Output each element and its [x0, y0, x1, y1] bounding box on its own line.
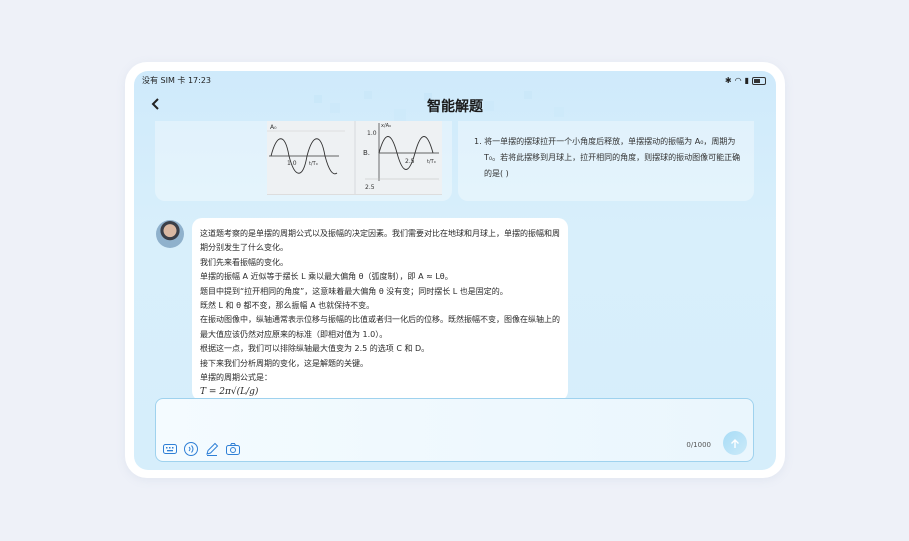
- answer-line: 接下来我们分析周期的变化，这是解题的关键。: [200, 358, 368, 368]
- app-screen: 没有 SIM 卡 17:23 ✱ ◠ ▮ 智能解题 A₀ 1.0 t/T₀ B.…: [134, 71, 776, 470]
- arrow-up-icon: [731, 438, 739, 448]
- voice-icon: [184, 442, 198, 456]
- status-text: 没有 SIM 卡 17:23: [142, 76, 212, 85]
- answer-bubble: 这道题考察的是单摆的周期公式以及振幅的决定因素。我们需要对比在地球和月球上，单摆…: [192, 218, 568, 401]
- top-bar: 智能解题: [134, 93, 776, 121]
- keyboard-button[interactable]: [162, 441, 178, 457]
- avatar: [156, 220, 184, 248]
- answer-line: 既然 L 和 θ 都不变，那么振幅 A 也就保持不变。: [200, 301, 375, 311]
- tablet-frame: 没有 SIM 卡 17:23 ✱ ◠ ▮ 智能解题 A₀ 1.0 t/T₀ B.…: [125, 62, 785, 478]
- graph-axis-t-label-b: t/T₀: [427, 159, 436, 165]
- sim-icon: ▮: [744, 76, 749, 85]
- answer-line: 题目中提到“拉开相同的角度”，这意味着最大偏角 θ 没有变；同时摆长 L 也是固…: [200, 286, 508, 296]
- answer-line: 单摆的周期公式是：: [200, 373, 272, 383]
- answer-line: 在振动图像中，纵轴通常表示位移与振幅的比值或者归一化后的位移。既然振幅不变，图像…: [200, 315, 560, 339]
- graph-drawing: A₀ 1.0 t/T₀ B. 1.0 x/A₀ 2.5 t/T₀ 2.5: [267, 121, 442, 194]
- graph-x-tick: 2.5: [405, 158, 415, 165]
- answer-line: 这道题考察的是单摆的周期公式以及振幅的决定因素。我们需要对比在地球和月球上，单摆…: [200, 229, 560, 253]
- question-graph-image[interactable]: A₀ 1.0 t/T₀ B. 1.0 x/A₀ 2.5 t/T₀ 2.5: [267, 121, 442, 195]
- question-text: 1. 将一单摆的摆球拉开一个小角度后释放，单摆摆动的振幅为 A₀，周期为 T₀。…: [474, 137, 741, 178]
- status-bar: 没有 SIM 卡 17:23 ✱ ◠ ▮: [142, 74, 766, 88]
- graph-y-tick: 1.0: [367, 130, 377, 137]
- wifi-icon: ◠: [734, 76, 742, 85]
- voice-button[interactable]: [183, 441, 199, 457]
- camera-button[interactable]: [225, 441, 241, 457]
- handwrite-button[interactable]: [204, 441, 220, 457]
- keyboard-icon: [163, 444, 177, 454]
- answer-line: 单摆的振幅 A 近似等于摆长 L 乘以最大偏角 θ（弧度制），即 A ≈ Lθ。: [200, 272, 453, 282]
- graph-axis-x-label: x/A₀: [381, 123, 391, 129]
- graph-axis-label: A₀: [270, 124, 277, 131]
- camera-icon: [226, 443, 240, 455]
- graph-axis-t-label: t/T₀: [309, 161, 318, 167]
- pencil-icon: [206, 442, 219, 456]
- send-button[interactable]: [723, 431, 747, 455]
- message-input-box[interactable]: 0/1000: [155, 398, 754, 462]
- char-counter: 0/1000: [686, 441, 711, 449]
- page-title: 智能解题: [427, 99, 483, 115]
- answer-line: 我们先来看振幅的变化。: [200, 257, 288, 267]
- bluetooth-icon: ✱: [724, 76, 732, 85]
- graph-tick-label: 1.0: [287, 160, 297, 167]
- answer-line: 根据这一点，我们可以排除纵轴最大值变为 2.5 的选项 C 和 D。: [200, 344, 430, 354]
- question-text-card: 1. 将一单摆的摆球拉开一个小角度后释放，单摆摆动的振幅为 A₀，周期为 T₀。…: [458, 121, 754, 201]
- battery-icon: [752, 77, 766, 85]
- graph-option-b: B.: [363, 149, 370, 157]
- graph-bottom-tick: 2.5: [365, 184, 375, 191]
